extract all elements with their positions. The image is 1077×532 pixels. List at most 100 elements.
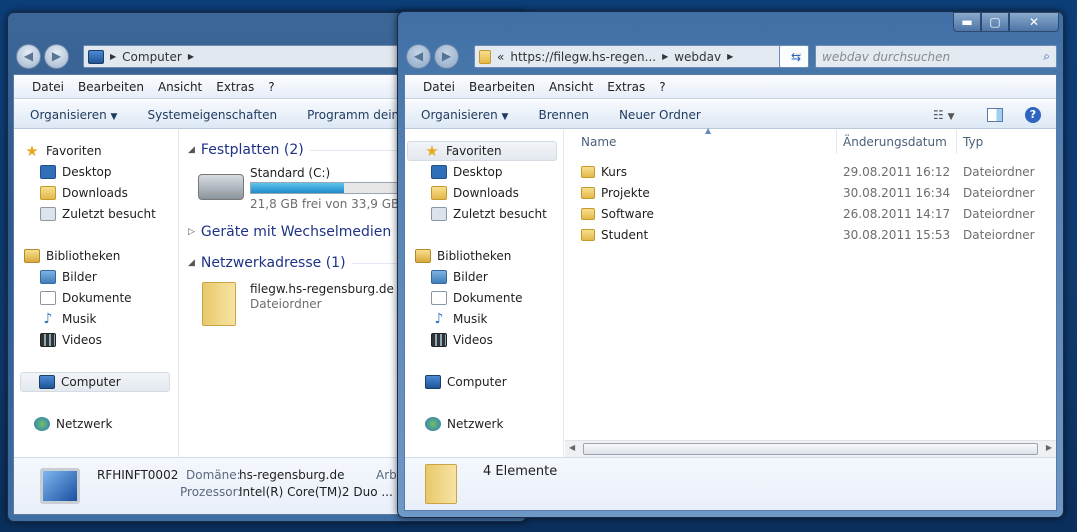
network-location-type: Dateiordner bbox=[250, 297, 322, 311]
burn-button[interactable]: Brennen bbox=[538, 108, 588, 122]
nav-documents[interactable]: Dokumente bbox=[431, 288, 523, 308]
menu-datei[interactable]: Datei bbox=[423, 80, 455, 94]
overflow-chevron[interactable]: « bbox=[497, 50, 504, 64]
new-folder-button[interactable]: Neuer Ordner bbox=[619, 108, 701, 122]
nav-libraries[interactable]: Bibliotheken bbox=[415, 246, 511, 266]
nav-music[interactable]: ♪ Musik bbox=[431, 309, 488, 329]
organize-label: Organisieren bbox=[30, 107, 107, 122]
menu-bearbeiten[interactable]: Bearbeiten bbox=[469, 80, 535, 94]
drive-usage-fill bbox=[251, 183, 344, 193]
menu-ansicht[interactable]: Ansicht bbox=[549, 80, 593, 94]
scroll-right-icon[interactable]: ▶ bbox=[1046, 443, 1052, 452]
menu-bearbeiten[interactable]: Bearbeiten bbox=[78, 80, 144, 94]
nav-label: Dokumente bbox=[62, 291, 132, 305]
recent-places-icon bbox=[40, 207, 56, 221]
nav-favorites[interactable]: ★ Favoriten bbox=[407, 141, 557, 161]
file-row[interactable]: Projekte 30.08.2011 16:34 Dateiordner bbox=[581, 183, 1056, 203]
search-input[interactable]: webdav durchsuchen ⌕ bbox=[815, 45, 1057, 68]
search-placeholder: webdav durchsuchen bbox=[822, 49, 951, 64]
menu-help[interactable]: ? bbox=[659, 80, 665, 94]
scrollbar-thumb[interactable] bbox=[583, 443, 1038, 455]
file-list: Name ▲ Änderungsdatum Typ Kurs 29.08.2011 … bbox=[565, 126, 1056, 457]
folder-icon bbox=[581, 208, 595, 220]
nav-downloads[interactable]: Downloads bbox=[431, 183, 519, 203]
nav-recent[interactable]: Zuletzt besucht bbox=[40, 204, 156, 224]
processor-label: Prozessor: bbox=[180, 485, 242, 499]
forward-button[interactable]: ▶ bbox=[44, 44, 69, 69]
minimize-button[interactable]: ▬ bbox=[953, 12, 981, 32]
nav-favorites[interactable]: ★ Favoriten bbox=[24, 141, 101, 161]
nav-libraries[interactable]: Bibliotheken bbox=[24, 246, 120, 266]
column-header-date[interactable]: Änderungsdatum bbox=[837, 130, 957, 154]
nav-label: Downloads bbox=[453, 186, 519, 200]
documents-icon bbox=[431, 291, 447, 305]
videos-icon bbox=[40, 333, 56, 347]
nav-videos[interactable]: Videos bbox=[431, 330, 493, 350]
column-header-name[interactable]: Name ▲ bbox=[575, 126, 837, 154]
file-name: Software bbox=[601, 207, 654, 221]
breadcrumb-webdav[interactable]: webdav bbox=[674, 50, 721, 64]
close-button[interactable]: ✕ bbox=[1009, 12, 1059, 32]
libraries-icon bbox=[415, 249, 431, 263]
nav-pictures[interactable]: Bilder bbox=[431, 267, 488, 287]
menu-help[interactable]: ? bbox=[268, 80, 274, 94]
system-properties-button[interactable]: Systemeigenschaften bbox=[147, 108, 277, 122]
organize-button[interactable]: Organisieren ▼ bbox=[421, 108, 508, 122]
nav-pictures[interactable]: Bilder bbox=[40, 267, 97, 287]
view-options-button[interactable]: ☷ ▼ bbox=[933, 108, 955, 122]
breadcrumb-host[interactable]: https://filegw.hs-regen... bbox=[510, 50, 656, 64]
breadcrumb-computer[interactable]: Computer bbox=[122, 50, 182, 64]
downloads-icon bbox=[40, 186, 56, 200]
nav-network[interactable]: Netzwerk bbox=[34, 414, 112, 434]
pictures-icon bbox=[431, 270, 447, 284]
organize-button[interactable]: Organisieren ▼ bbox=[30, 108, 117, 122]
collapse-icon: ◢ bbox=[188, 145, 195, 155]
file-type: Dateiordner bbox=[963, 165, 1035, 179]
file-row[interactable]: Kurs 29.08.2011 16:12 Dateiordner bbox=[581, 162, 1056, 182]
nav-music[interactable]: ♪ Musik bbox=[40, 309, 97, 329]
nav-computer[interactable]: Computer bbox=[425, 372, 507, 392]
nav-desktop[interactable]: Desktop bbox=[40, 162, 112, 182]
drive-free-space: 21,8 GB frei von 33,9 GB bbox=[250, 197, 400, 211]
file-name-cell: Software bbox=[581, 207, 843, 221]
breadcrumb-sep-icon: ▶ bbox=[110, 52, 117, 61]
nav-desktop[interactable]: Desktop bbox=[431, 162, 503, 182]
file-row[interactable]: Student 30.08.2011 15:53 Dateiordner bbox=[581, 225, 1056, 245]
breadcrumb-sep-icon: ▶ bbox=[662, 52, 669, 61]
network-icon bbox=[425, 417, 441, 431]
file-name-cell: Kurs bbox=[581, 165, 843, 179]
scroll-left-icon[interactable]: ◀ bbox=[569, 443, 575, 452]
nav-label: Bibliotheken bbox=[437, 249, 512, 263]
file-date: 26.08.2011 14:17 bbox=[843, 207, 951, 221]
preview-pane-icon[interactable] bbox=[987, 107, 1003, 122]
back-button[interactable]: ◀ bbox=[406, 44, 431, 69]
main-area: ★ Favoriten Desktop Downloads Zuletzt bes… bbox=[405, 126, 1056, 457]
network-icon bbox=[34, 417, 50, 431]
help-icon[interactable]: ? bbox=[1025, 106, 1041, 123]
file-name-cell: Student bbox=[581, 228, 843, 242]
file-row[interactable]: Software 26.08.2011 14:17 Dateiordner bbox=[581, 204, 1056, 224]
maximize-button[interactable]: ▢ bbox=[981, 12, 1009, 32]
nav-network[interactable]: Netzwerk bbox=[425, 414, 503, 434]
forward-button[interactable]: ▶ bbox=[434, 44, 459, 69]
nav-downloads[interactable]: Downloads bbox=[40, 183, 128, 203]
chevron-down-icon: ▼ bbox=[110, 111, 118, 122]
menu-extras[interactable]: Extras bbox=[607, 80, 645, 94]
menu-ansicht[interactable]: Ansicht bbox=[158, 80, 202, 94]
nav-computer[interactable]: Computer bbox=[20, 372, 170, 392]
file-name: Kurs bbox=[601, 165, 628, 179]
refresh-button[interactable]: ⇆ bbox=[779, 45, 809, 68]
address-bar[interactable]: « https://filegw.hs-regen... ▶ webdav ▶ … bbox=[474, 45, 809, 68]
nav-documents[interactable]: Dokumente bbox=[40, 288, 132, 308]
nav-videos[interactable]: Videos bbox=[40, 330, 102, 350]
computer-large-icon bbox=[40, 468, 80, 504]
command-bar: Organisieren ▼ Brennen Neuer Ordner ☷ ▼ … bbox=[405, 101, 1056, 129]
music-icon: ♪ bbox=[43, 311, 53, 327]
horizontal-scrollbar[interactable]: ◀ ▶ bbox=[565, 440, 1056, 457]
nav-recent[interactable]: Zuletzt besucht bbox=[431, 204, 547, 224]
back-button[interactable]: ◀ bbox=[16, 44, 41, 69]
search-icon[interactable]: ⌕ bbox=[1043, 49, 1050, 64]
column-header-type[interactable]: Typ bbox=[957, 130, 1067, 154]
menu-datei[interactable]: Datei bbox=[32, 80, 64, 94]
menu-extras[interactable]: Extras bbox=[216, 80, 254, 94]
